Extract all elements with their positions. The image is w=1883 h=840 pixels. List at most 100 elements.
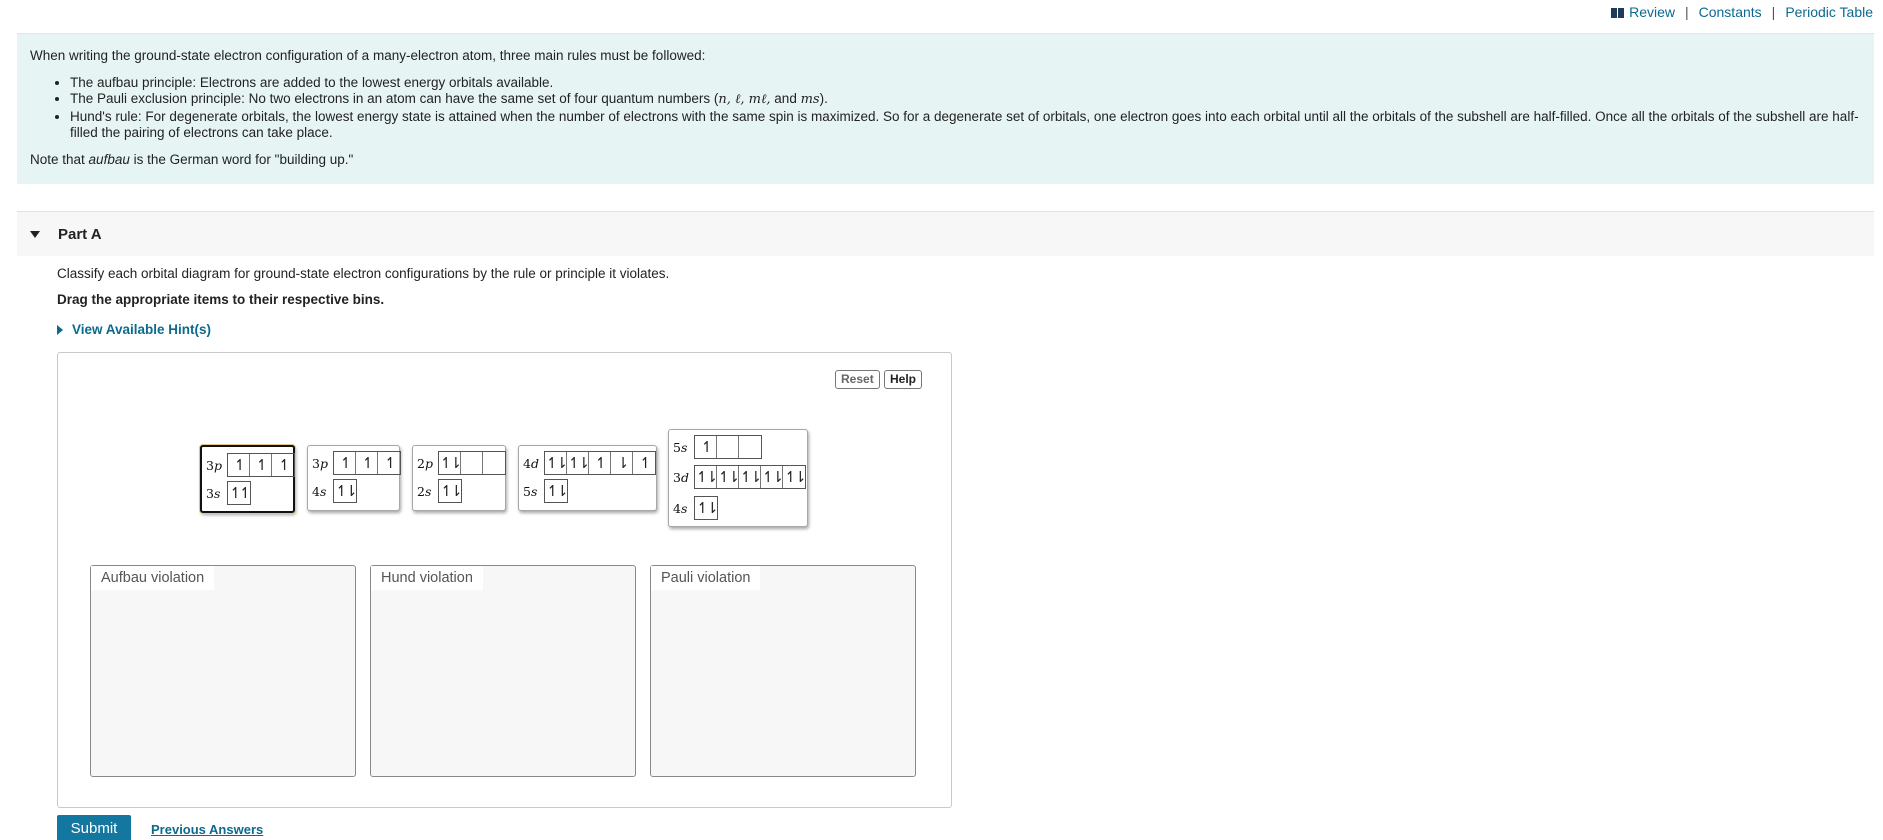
orbital-boxes: ↿⇂ [544, 479, 569, 503]
part-title: Part A [58, 225, 102, 243]
principal-quantum-number: 2 [417, 483, 425, 499]
orbital-boxes: ↿⇂ ↿⇂ ↿⇂ ↿⇂ ↿⇂ [694, 465, 807, 489]
orbital-box: ↿⇂ [439, 452, 462, 474]
subshell-letter: d [530, 455, 539, 471]
orbital-boxes: ↿⇂ [438, 479, 463, 503]
drag-instructions: Drag the appropriate items to their resp… [57, 292, 385, 307]
subshell-label: 2s [417, 484, 438, 499]
bin-label: Pauli violation [651, 566, 761, 590]
previous-answers-link[interactable]: Previous Answers [151, 822, 263, 837]
subshell-label: 5s [673, 440, 694, 455]
principal-quantum-number: 3 [673, 469, 681, 485]
orbital-box: ↿ [356, 452, 378, 474]
collapse-caret-icon[interactable] [30, 230, 40, 238]
subshell-row: 4s ↿⇂ [312, 479, 358, 503]
part-a-header[interactable]: Part A [17, 212, 1874, 256]
quantum-number-ms: ms [800, 92, 820, 107]
periodic-table-link[interactable]: Periodic Table [1785, 4, 1873, 20]
hund-bin[interactable]: Hund violation [370, 565, 636, 777]
subshell-label: 3p [312, 456, 333, 471]
orbital-box: ↿⇂ [784, 468, 806, 486]
subshell-row: 3p ↿ ↿ ↿ [312, 451, 401, 475]
orbital-box: ↿⇂ [739, 466, 762, 488]
book-icon [1611, 8, 1625, 18]
orbital-box: ↿ [589, 452, 611, 474]
note-pre: Note that [30, 151, 89, 167]
subshell-letter: d [680, 469, 689, 485]
drag-drop-panel: Reset Help 3p ↿ ↿ ↿ 3s ↿↿ 3p ↿ ↿ ↿ 4s ↿⇂ 2p ↿⇂ 2s ↿⇂ 4d ↿… [57, 352, 952, 808]
subshell-label: 3d [673, 470, 694, 485]
subshell-label: 5s [523, 484, 544, 499]
subshell-letter: s [530, 483, 538, 499]
rule-aufbau: The aufbau principle: Electrons are adde… [70, 75, 1861, 92]
review-link[interactable]: Review [1611, 4, 1675, 20]
orbital-box [483, 452, 505, 474]
link-separator: | [1771, 4, 1776, 20]
principal-quantum-number: 5 [523, 483, 531, 499]
hints-label: View Available Hint(s) [72, 322, 212, 337]
subshell-row: 3p ↿ ↿ ↿ [206, 453, 295, 477]
subshell-label: 3s [206, 486, 227, 501]
rule-hund: Hund's rule: For degenerate orbitals, th… [70, 109, 1861, 142]
reset-button[interactable]: Reset [835, 370, 880, 389]
aufbau-bin[interactable]: Aufbau violation [90, 565, 356, 777]
orbital-box: ↿⇂ [335, 482, 357, 500]
orbital-box: ↿ [695, 436, 717, 458]
note-emphasis: aufbau [88, 151, 130, 167]
orbital-box: ↿↿ [229, 484, 251, 502]
orbital-boxes: ↿⇂ [438, 451, 506, 475]
subshell-row: 4d ↿⇂ ↿⇂ ↿ ⇂ ↿ [523, 451, 656, 475]
principal-quantum-number: 3 [312, 455, 320, 471]
orbital-boxes: ↿⇂ [333, 479, 358, 503]
note-post: is the German word for "building up." [129, 151, 354, 167]
subshell-label: 4s [312, 484, 333, 499]
principal-quantum-number: 5 [673, 439, 681, 455]
quantum-numbers: n, ℓ, mℓ, [718, 92, 771, 107]
subshell-row: 2p ↿⇂ [417, 451, 506, 475]
constants-link[interactable]: Constants [1699, 4, 1762, 20]
orbital-boxes: ↿⇂ ↿⇂ ↿ ⇂ ↿ [544, 451, 656, 475]
subshell-letter: s [680, 500, 688, 516]
principal-quantum-number: 4 [523, 455, 531, 471]
subshell-letter: s [213, 485, 221, 501]
subshell-letter: s [424, 483, 432, 499]
orbital-box: ↿⇂ [761, 466, 784, 488]
orbital-boxes: ↿↿ [227, 481, 252, 505]
principal-quantum-number: 4 [673, 500, 681, 516]
orbital-diagram-card[interactable]: 4d ↿⇂ ↿⇂ ↿ ⇂ ↿ 5s ↿⇂ [518, 445, 657, 511]
orbital-box [739, 436, 761, 458]
rules-list: The aufbau principle: Electrons are adde… [70, 75, 1861, 142]
submit-button[interactable]: Submit [57, 815, 131, 840]
rule-pauli: The Pauli exclusion principle: No two el… [70, 91, 1861, 109]
orbital-box: ↿⇂ [545, 452, 568, 474]
help-button[interactable]: Help [884, 370, 923, 389]
subshell-letter: p [424, 455, 433, 471]
view-hints-toggle[interactable]: View Available Hint(s) [57, 322, 211, 337]
subshell-row: 4s ↿⇂ [673, 496, 719, 520]
subshell-label: 4d [523, 456, 544, 471]
orbital-boxes: ↿ ↿ ↿ [227, 453, 295, 477]
orbital-box: ↿ [384, 454, 397, 472]
orbital-box [461, 452, 483, 474]
orbital-box: ↿⇂ [546, 482, 568, 500]
orbital-diagram-card[interactable]: 3p ↿ ↿ ↿ 3s ↿↿ [200, 445, 295, 513]
principal-quantum-number: 4 [312, 483, 320, 499]
subshell-label: 4s [673, 501, 694, 516]
orbital-box: ↿ [250, 454, 272, 476]
orbital-box: ↿ [228, 454, 250, 476]
orbital-diagram-card[interactable]: 3p ↿ ↿ ↿ 4s ↿⇂ [307, 445, 401, 511]
bin-label: Hund violation [371, 566, 483, 590]
question-text: Classify each orbital diagram for ground… [57, 266, 670, 281]
subshell-row: 5s ↿⇂ [523, 479, 569, 503]
intro-box: When writing the ground-state electron c… [17, 33, 1874, 184]
orbital-box [717, 436, 739, 458]
subshell-row: 3d ↿⇂ ↿⇂ ↿⇂ ↿⇂ ↿⇂ [673, 465, 807, 489]
orbital-diagram-card[interactable]: 2p ↿⇂ 2s ↿⇂ [412, 445, 506, 511]
orbital-boxes: ↿⇂ [694, 496, 719, 520]
principal-quantum-number: 3 [206, 485, 214, 501]
pauli-bin[interactable]: Pauli violation [650, 565, 916, 777]
subshell-label: 2p [417, 456, 438, 471]
orbital-box: ↿⇂ [696, 499, 718, 517]
orbital-diagram-card[interactable]: 5s ↿ 3d ↿⇂ ↿⇂ ↿⇂ ↿⇂ ↿⇂ 4s ↿⇂ [668, 429, 808, 527]
rule-pauli-and: and [770, 91, 801, 106]
